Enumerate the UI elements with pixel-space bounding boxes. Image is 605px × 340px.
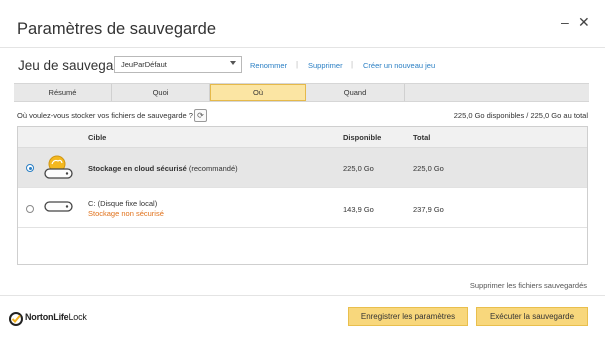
run-backup-button[interactable]: Exécuter la sauvegarde — [476, 307, 588, 326]
cloud-available: 225,0 Go — [343, 164, 374, 173]
link-separator: | — [351, 60, 354, 69]
create-new-set-link[interactable]: Créer un nouveau jeu — [363, 61, 435, 70]
column-header-target: Cible — [88, 133, 107, 142]
local-disk-name: C: (Disque fixe local) — [88, 199, 158, 208]
column-header-total: Total — [413, 133, 431, 142]
minimize-button[interactable]: – — [561, 14, 569, 30]
cloud-storage-label: Stockage en cloud sécurisé (recommandé) — [88, 164, 238, 173]
unsecured-storage-warning: Stockage non sécurisé — [88, 209, 164, 218]
table-header: Cible Disponible Total — [18, 127, 587, 148]
storage-target-table: Cible Disponible Total Stockage en cloud… — [17, 126, 588, 265]
cloud-drive-icon — [44, 155, 73, 179]
refresh-icon[interactable]: ⟳ — [194, 109, 207, 122]
tab-bar: Résumé Quoi Où Quand — [14, 83, 589, 102]
logo-suffix: Lock — [68, 312, 87, 322]
cloud-storage-note: (recommandé) — [186, 164, 238, 173]
local-disk-available: 143,9 Go — [343, 205, 374, 214]
table-row[interactable]: C: (Disque fixe local) Stockage non sécu… — [18, 188, 587, 228]
tab-when[interactable]: Quand — [306, 84, 405, 101]
norton-logo — [9, 312, 23, 326]
available-summary: 225,0 Go disponibles / 225,0 Go au total — [453, 111, 588, 120]
delete-backed-up-files-link[interactable]: Supprimer les fichiers sauvegardés — [470, 281, 587, 290]
backup-set-selected-value: JeuParDéfaut — [121, 60, 167, 69]
dialog-title: Paramètres de sauvegarde — [17, 20, 217, 38]
tab-bar-filler — [405, 84, 589, 101]
column-header-available: Disponible — [343, 133, 382, 142]
link-separator: | — [296, 60, 299, 69]
delete-set-link[interactable]: Supprimer — [308, 61, 343, 70]
footer-divider — [0, 295, 605, 296]
cloud-total: 225,0 Go — [413, 164, 444, 173]
norton-lifelock-wordmark: NortonLifeLock — [25, 312, 87, 322]
hard-drive-icon — [44, 201, 73, 212]
close-button[interactable]: ✕ — [578, 14, 590, 31]
save-settings-button[interactable]: Enregistrer les paramètres — [348, 307, 468, 326]
tab-where[interactable]: Où — [210, 84, 306, 101]
local-disk-total: 237,9 Go — [413, 205, 444, 214]
storage-question: Où voulez-vous stocker vos fichiers de s… — [17, 111, 193, 120]
norton-checkmark-icon — [9, 312, 23, 326]
table-row[interactable]: Stockage en cloud sécurisé (recommandé) … — [18, 148, 587, 188]
tab-what[interactable]: Quoi — [112, 84, 210, 101]
logo-brand: NortonLife — [25, 312, 69, 322]
cloud-storage-name: Stockage en cloud sécurisé — [88, 164, 187, 173]
backup-set-dropdown[interactable]: JeuParDéfaut — [114, 56, 242, 73]
chevron-down-icon — [230, 61, 236, 65]
tab-summary[interactable]: Résumé — [14, 84, 112, 101]
cloud-storage-radio[interactable] — [26, 164, 34, 172]
header-divider — [0, 47, 605, 48]
rename-link[interactable]: Renommer — [250, 61, 287, 70]
local-disk-radio[interactable] — [26, 205, 34, 213]
